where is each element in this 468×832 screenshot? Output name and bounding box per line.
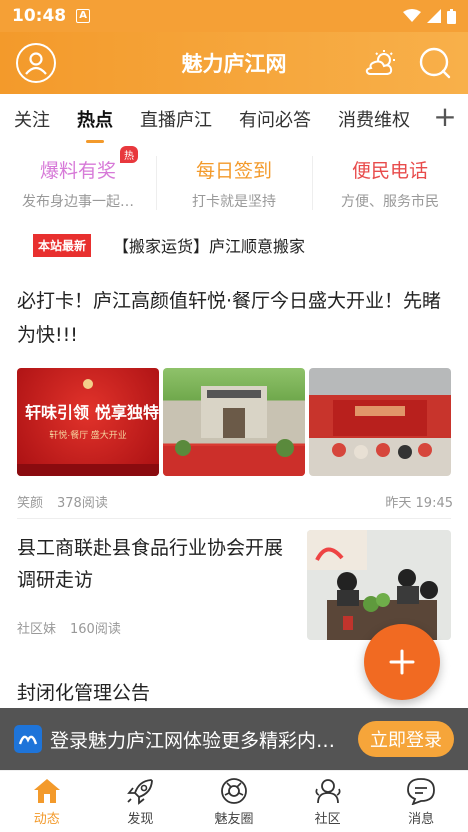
search-icon[interactable] (418, 46, 452, 80)
article-views: 378阅读 (57, 496, 108, 511)
tab-hot[interactable]: 热点 (77, 106, 113, 143)
divider (17, 518, 451, 519)
article-card[interactable]: 必打卡！庐江高颜值轩悦·餐厅今日盛大开业！先睹为快!!! 轩味引领 悦享独特 轩… (17, 284, 453, 511)
nav-label: 消息 (408, 812, 435, 827)
quick-link-subtitle: 打卡就是坚持 (192, 194, 276, 210)
plus-icon: + (433, 100, 457, 133)
quick-link-title: 每日签到 (195, 160, 272, 182)
article-author: 社区妹 (17, 622, 57, 637)
quick-link-title: 便民电话 (351, 160, 428, 182)
tab-live-lujiang[interactable]: 直播庐江 (140, 106, 212, 132)
user-icon (25, 52, 47, 75)
nav-label: 魅友圈 (214, 812, 254, 827)
quick-link-hotline[interactable]: 便民电话 方便、服务市民 (312, 152, 468, 216)
rocket-icon (127, 779, 154, 805)
article-card[interactable]: 封闭化管理公告 (17, 676, 150, 710)
nav-messages[interactable]: 消息 (374, 771, 468, 832)
article-thumbnail (307, 530, 451, 640)
add-channel-button[interactable]: + (430, 103, 460, 133)
status-bar: 10:48 A (0, 0, 468, 32)
wifi-icon (403, 9, 421, 22)
nav-community[interactable]: 社区 (281, 771, 375, 832)
banner-text-right: 悦享独特 (95, 403, 159, 422)
nav-label: 社区 (314, 812, 341, 827)
article-title: 县工商联赴县食品行业协会开展调研走访 (17, 537, 284, 591)
login-prompt-text: 登录魅力庐江网体验更多精彩内… (50, 729, 336, 752)
nav-label: 动态 (33, 812, 60, 827)
article-card[interactable]: 县工商联赴县食品行业协会开展调研走访 社区妹 160阅读 (17, 530, 453, 640)
banner-text-left: 轩味引领 (25, 403, 89, 422)
signal-icon (427, 9, 441, 23)
article-meta: 社区妹 160阅读 (17, 618, 287, 637)
camera-icon (221, 778, 247, 804)
battery-icon (447, 8, 456, 24)
article-views: 160阅读 (70, 622, 121, 637)
article-time: 昨天 19:45 (385, 496, 453, 511)
status-time: 10:48 (12, 6, 67, 26)
nav-friends-circle[interactable]: 魅友圈 (187, 771, 281, 832)
notification-badge: A (76, 9, 91, 23)
weather-icon[interactable] (364, 49, 398, 77)
profile-avatar-button[interactable] (16, 43, 56, 83)
quick-link-report[interactable]: 爆料有奖 热 发布身边事一起… (0, 146, 156, 216)
login-prompt-bar: 登录魅力庐江网体验更多精彩内… 立即登录 (0, 708, 468, 770)
latest-badge: 本站最新 (33, 233, 92, 257)
community-icon (315, 779, 341, 804)
quick-link-subtitle: 发布身边事一起… (22, 194, 134, 210)
app-logo-icon (14, 725, 42, 753)
ticker-text: 【搬家运货】庐江顺意搬家 (113, 237, 306, 256)
hot-badge: 热 (120, 146, 138, 163)
news-ticker[interactable]: 本站最新 【搬家运货】庐江顺意搬家 (33, 232, 305, 258)
app-bar: 魅力庐江网 (0, 32, 468, 94)
home-icon (33, 779, 60, 803)
quick-link-subtitle: 方便、服务市民 (341, 194, 439, 210)
article-images: 轩味引领 悦享独特 轩悦·餐厅 盛大开业 (17, 368, 453, 476)
message-icon (407, 778, 436, 805)
quick-link-checkin[interactable]: 每日签到 打卡就是坚持 (156, 152, 312, 216)
login-now-button[interactable]: 立即登录 (358, 721, 454, 757)
plus-icon (389, 649, 415, 675)
banner-subtext: 轩悦·餐厅 盛大开业 (49, 429, 127, 440)
article-meta: 笑颜 378阅读 昨天 19:45 (17, 492, 453, 511)
bottom-navigation: 动态 发现 魅友圈 社区 消息 (0, 770, 468, 832)
tab-qa[interactable]: 有问必答 (239, 106, 311, 132)
article-title: 必打卡！庐江高颜值轩悦·餐厅今日盛大开业！先睹为快!!! (17, 290, 442, 346)
tab-follow[interactable]: 关注 (14, 106, 50, 132)
article-image (309, 368, 451, 476)
channel-tabs: 关注 热点 直播庐江 有问必答 消费维权 + (0, 94, 468, 144)
nav-discover[interactable]: 发现 (94, 771, 188, 832)
article-title: 封闭化管理公告 (17, 682, 151, 704)
article-image: 轩味引领 悦享独特 轩悦·餐厅 盛大开业 (17, 368, 159, 476)
compose-fab-button[interactable] (364, 624, 440, 700)
nav-label: 发现 (127, 812, 154, 827)
tab-consumer-rights[interactable]: 消费维权 (338, 106, 410, 132)
article-image (163, 368, 305, 476)
quick-links: 爆料有奖 热 发布身边事一起… 每日签到 打卡就是坚持 便民电话 方便、服务市民 (0, 146, 468, 216)
article-author: 笑颜 (17, 496, 44, 511)
nav-dynamics[interactable]: 动态 (0, 771, 94, 832)
